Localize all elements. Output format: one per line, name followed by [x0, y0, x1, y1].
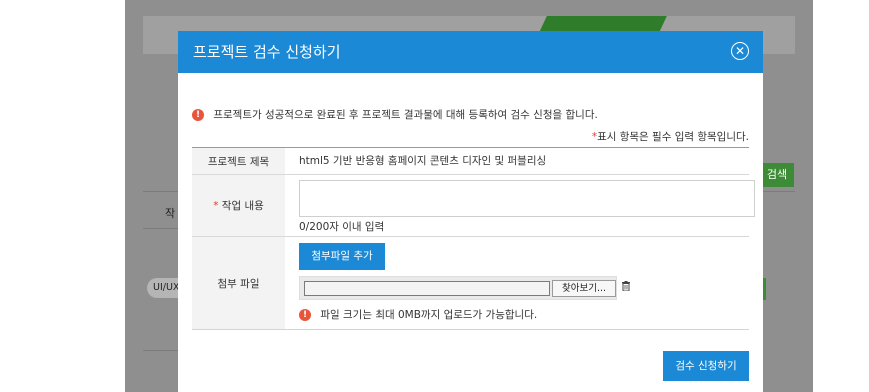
trash-icon[interactable] [622, 281, 630, 291]
form-row-work-content: * 작업 내용 0/200자 이내 입력 [192, 175, 755, 237]
request-form: 프로젝트 제목 html5 기반 반응형 홈페이지 콘텐츠 디자인 및 퍼블리싱… [192, 147, 755, 330]
project-title-value: html5 기반 반응형 홈페이지 콘텐츠 디자인 및 퍼블리싱 [299, 155, 547, 167]
file-path-input[interactable] [304, 281, 550, 296]
form-row-project-title: 프로젝트 제목 html5 기반 반응형 홈페이지 콘텐츠 디자인 및 퍼블리싱 [192, 148, 749, 175]
background-divider [143, 228, 178, 229]
required-asterisk: * [213, 199, 219, 212]
info-icon: ! [299, 308, 311, 321]
submit-review-button[interactable]: 검수 신청하기 [663, 351, 749, 381]
work-content-textarea[interactable] [299, 180, 755, 217]
background-search-button[interactable]: 검색 [760, 163, 794, 187]
background-divider [763, 191, 795, 192]
modal-header: 프로젝트 검수 신청하기 ✕ [178, 31, 763, 73]
file-size-notice-text: 파일 크기는 최대 0MB까지 업로드가 가능합니다. [320, 309, 538, 321]
add-attachment-button[interactable]: 첨부파일 추가 [299, 243, 385, 270]
request-review-modal: 프로젝트 검수 신청하기 ✕ ! 프로젝트가 성공적으로 완료된 후 프로젝트 … [178, 31, 763, 392]
background-divider [143, 191, 178, 192]
notice-message: ! 프로젝트가 성공적으로 완료된 후 프로젝트 결과물에 대해 등록하여 검수… [192, 107, 598, 122]
file-size-notice: ! 파일 크기는 최대 0MB까지 업로드가 가능합니다. [299, 307, 537, 322]
work-content-cell: 0/200자 이내 입력 [285, 175, 755, 236]
browse-button[interactable]: 찾아보기... [552, 280, 616, 297]
attachment-label: 첨부 파일 [192, 237, 285, 329]
required-note-text: 표시 항목은 필수 입력 항목입니다. [597, 131, 749, 143]
project-title-label: 프로젝트 제목 [192, 148, 285, 174]
work-content-label-text: 작업 내용 [221, 200, 264, 212]
form-row-attachment: 첨부 파일 첨부파일 추가 찾아보기... ! 파일 크기는 최대 0MB까지 … [192, 237, 749, 329]
character-counter: 0/200자 이내 입력 [299, 221, 385, 233]
close-icon[interactable]: ✕ [731, 42, 749, 60]
modal-title: 프로젝트 검수 신청하기 [193, 43, 341, 61]
info-icon: ! [192, 108, 204, 121]
notice-text: 프로젝트가 성공적으로 완료된 후 프로젝트 결과물에 대해 등록하여 검수 신… [213, 109, 598, 121]
background-column-label: 작 [165, 207, 176, 220]
background-divider [143, 350, 178, 351]
attachment-cell: 첨부파일 추가 찾아보기... ! 파일 크기는 최대 0MB까지 업로드가 가… [285, 237, 749, 329]
work-content-label: * 작업 내용 [192, 175, 285, 236]
required-note: *표시 항목은 필수 입력 항목입니다. [592, 129, 749, 144]
file-upload-field: 찾아보기... [299, 276, 617, 300]
